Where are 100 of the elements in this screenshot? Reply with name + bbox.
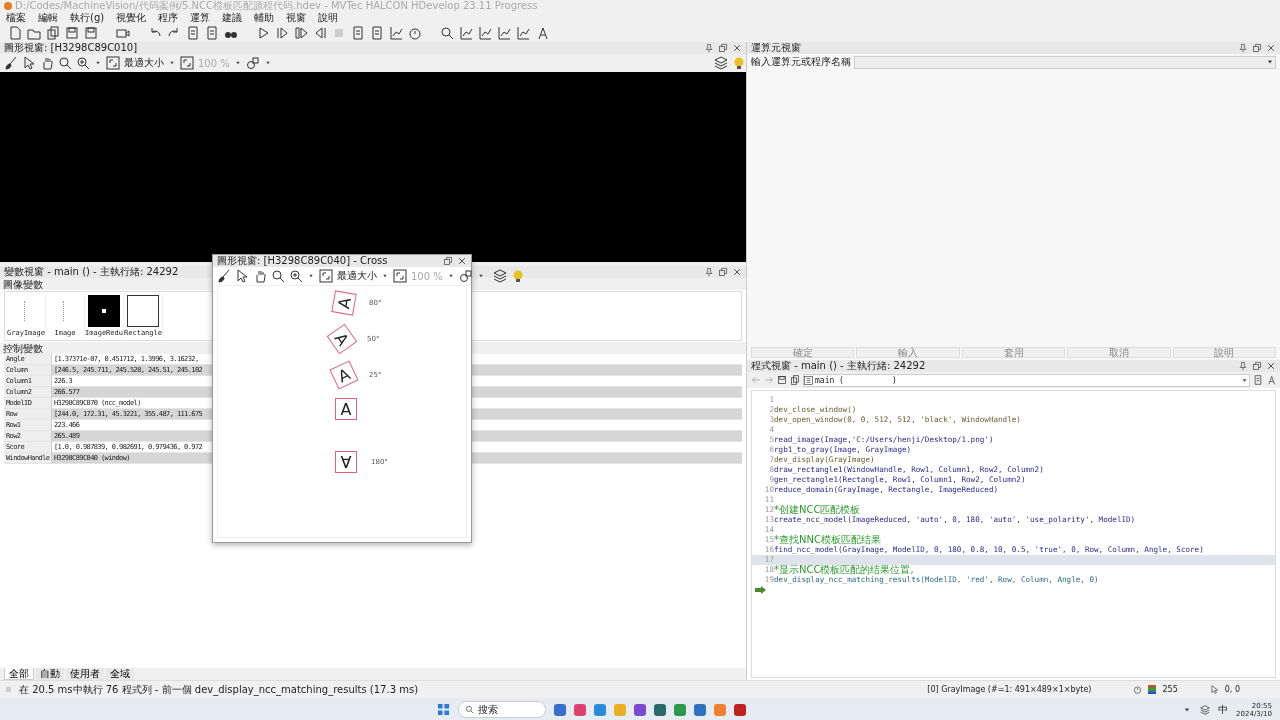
code-line: *创建NCC匹配模板 (774, 505, 861, 515)
image-info: [0] GrayImage (#=1: 491×489×1×byte) (927, 685, 1092, 694)
menu-item[interactable]: 檔案 (6, 10, 26, 25)
code-editor[interactable] (751, 390, 1276, 678)
menu-item[interactable]: 視窗 (286, 10, 307, 25)
chart-icon[interactable] (389, 26, 403, 40)
timer-icon[interactable] (1133, 685, 1143, 694)
chart-icon[interactable] (497, 26, 511, 40)
restore-icon[interactable] (1252, 361, 1262, 371)
document-icon[interactable] (186, 26, 200, 40)
document-icon[interactable] (205, 26, 219, 40)
menu-item[interactable]: 編輯 (38, 10, 58, 25)
image-thumbnail[interactable] (88, 295, 120, 327)
taskbar-search-field[interactable]: 搜索 (457, 701, 546, 718)
fit-icon[interactable] (180, 56, 194, 70)
panel-title: 圖形視窗: [H3298C89C040] - Cross (217, 254, 388, 268)
chart-icon[interactable] (459, 26, 473, 40)
app-icon[interactable] (553, 703, 566, 716)
app-icon[interactable] (593, 703, 606, 716)
pointer-icon[interactable] (22, 56, 36, 70)
document-icon[interactable] (370, 26, 384, 40)
timer-icon[interactable] (408, 26, 422, 40)
restore-icon[interactable] (1252, 43, 1262, 53)
field-label: 輸入運算元或程序名稱 (751, 55, 851, 69)
search-icon[interactable] (440, 26, 454, 40)
menu-item[interactable]: 說明 (318, 10, 339, 25)
pin-icon[interactable] (704, 43, 714, 53)
app-icon[interactable] (733, 703, 746, 716)
app-icon[interactable] (573, 703, 586, 716)
pixel-value: 255 (1162, 685, 1178, 694)
brush-icon[interactable] (217, 269, 231, 283)
pin-icon[interactable] (1238, 361, 1248, 371)
camera-icon[interactable] (116, 26, 130, 40)
menu-item[interactable]: 建議 (222, 10, 243, 25)
chart-icon[interactable] (478, 26, 492, 40)
new-file-icon[interactable] (8, 26, 22, 40)
layers-icon[interactable] (714, 56, 728, 70)
step-back-icon[interactable] (313, 26, 327, 40)
shapes-icon[interactable] (458, 269, 473, 283)
menu-item[interactable]: 視覺化 (116, 10, 147, 25)
step-over-icon[interactable] (294, 26, 308, 40)
document-icon[interactable] (351, 26, 365, 40)
document-icon[interactable] (1253, 375, 1263, 385)
menu-item[interactable]: 輔助 (254, 10, 275, 25)
app-icon[interactable] (633, 703, 646, 716)
restore-icon[interactable] (443, 256, 453, 266)
app-icon[interactable] (653, 703, 666, 716)
font-icon[interactable] (1266, 375, 1276, 385)
step-icon[interactable] (275, 26, 289, 40)
open-icon[interactable] (27, 26, 41, 40)
app-icon[interactable] (693, 703, 706, 716)
fit-icon[interactable] (319, 269, 333, 283)
shapes-icon[interactable] (245, 56, 260, 70)
ime-indicator[interactable]: 中 (1218, 702, 1229, 717)
image-thumbnail[interactable] (127, 295, 159, 327)
menu-item[interactable]: 執行(g) (70, 10, 105, 25)
restore-icon[interactable] (718, 267, 728, 277)
close-icon[interactable] (732, 267, 742, 277)
chart-icon[interactable] (516, 26, 530, 40)
pin-icon[interactable] (704, 267, 714, 277)
search-icon[interactable] (271, 269, 285, 283)
save-icon[interactable] (84, 26, 98, 40)
copy-icon[interactable] (790, 375, 800, 385)
close-icon[interactable] (1266, 43, 1276, 53)
cursor-coordinates: 0, 0 (1224, 685, 1240, 694)
panel-title: 程式視窗 - main () - 主執行緒: 24292 (751, 359, 926, 373)
zoom-icon[interactable] (289, 269, 303, 283)
fit-icon[interactable] (106, 56, 120, 70)
zoom-icon[interactable] (76, 56, 90, 70)
program-counter-icon (755, 586, 767, 594)
start-icon[interactable] (436, 703, 450, 716)
pointer-icon[interactable] (235, 269, 249, 283)
search-icon[interactable] (58, 56, 72, 70)
copy-icon[interactable] (46, 26, 60, 40)
tab[interactable]: 全域 (106, 668, 134, 680)
tab[interactable]: 使用者 (66, 668, 104, 680)
operator-input-field[interactable] (854, 55, 1276, 69)
run-icon[interactable] (256, 26, 270, 40)
brush-icon[interactable] (4, 56, 18, 70)
menu-item[interactable]: 程序 (158, 10, 179, 25)
fit-icon[interactable] (393, 269, 407, 283)
layers-icon[interactable] (492, 269, 507, 283)
save-icon[interactable] (65, 26, 79, 40)
app-icon[interactable] (673, 703, 686, 716)
close-icon[interactable] (1266, 361, 1276, 371)
bulb-icon[interactable] (732, 56, 746, 70)
close-icon[interactable] (732, 43, 742, 53)
tab[interactable]: 自動 (36, 668, 64, 680)
procedure-selector[interactable]: main ( ) (803, 373, 1250, 387)
pin-icon[interactable] (1238, 43, 1248, 53)
close-icon[interactable] (457, 256, 467, 266)
restore-icon[interactable] (718, 43, 728, 53)
layers-icon[interactable] (1200, 704, 1211, 715)
font-icon[interactable] (535, 26, 549, 40)
menu-item[interactable]: 運算 (190, 10, 211, 25)
tab[interactable]: 全部 (4, 668, 34, 680)
procedure-icon[interactable] (804, 375, 813, 385)
zoom-mode[interactable]: 最適大小 (124, 56, 164, 70)
template-match-box: A (335, 451, 357, 473)
save-icon[interactable] (777, 375, 787, 385)
